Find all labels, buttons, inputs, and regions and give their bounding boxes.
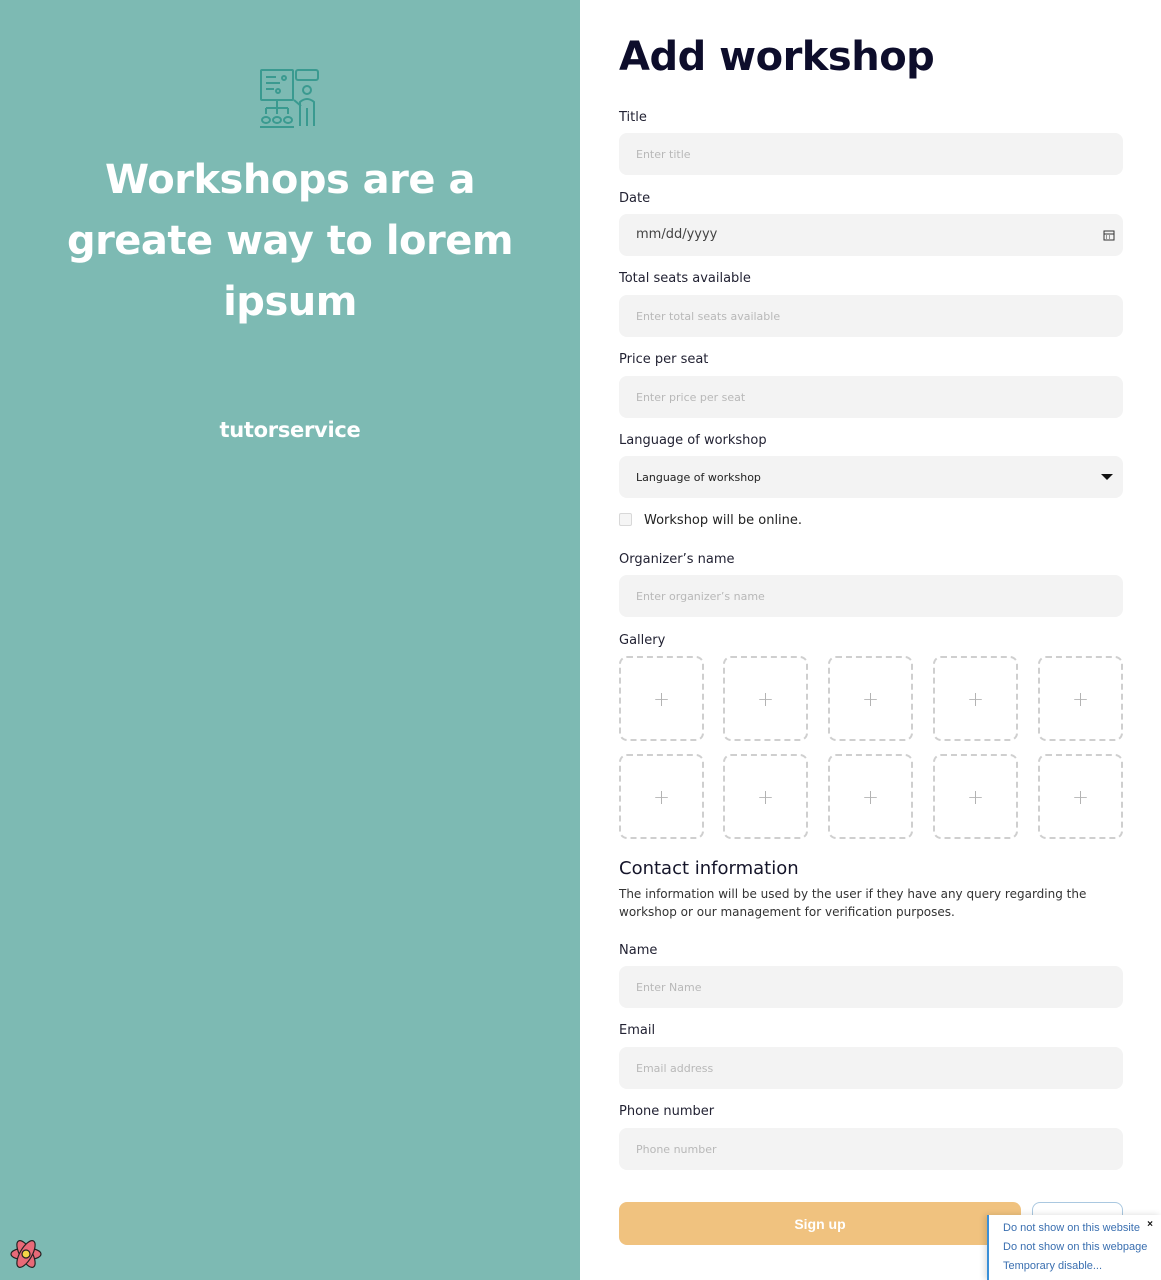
contact-name-input[interactable] [619, 966, 1123, 1008]
page-title: Add workshop [619, 34, 935, 80]
extension-popup: × Do not show on this website Do not sho… [987, 1215, 1161, 1280]
gallery-add-tile[interactable]: + [723, 656, 808, 741]
phone-input[interactable] [619, 1128, 1123, 1170]
email-input[interactable] [619, 1047, 1123, 1089]
gallery-label: Gallery [619, 633, 666, 648]
price-label: Price per seat [619, 352, 709, 367]
price-field-wrapper [619, 376, 1123, 418]
gallery-add-tile[interactable]: + [723, 754, 808, 839]
gallery-add-tile[interactable]: + [828, 656, 913, 741]
hero-panel: Workshops are a greate way to lorem ipsu… [0, 0, 580, 1280]
popup-option-website[interactable]: Do not show on this website [1003, 1222, 1140, 1234]
react-devtools-icon[interactable] [8, 1236, 44, 1272]
online-checkbox-label[interactable]: Workshop will be online. [644, 513, 802, 528]
date-label: Date [619, 191, 651, 206]
date-input[interactable]: mm/dd/yyyy [619, 214, 1123, 256]
contact-section-title: Contact information [619, 858, 799, 879]
seats-label: Total seats available [619, 271, 751, 286]
price-input[interactable] [619, 376, 1123, 418]
hero-title: Workshops are a greate way to lorem ipsu… [66, 157, 514, 325]
language-label: Language of workshop [619, 433, 767, 448]
plus-icon: + [1072, 784, 1089, 809]
plus-icon: + [757, 784, 774, 809]
gallery-add-tile[interactable]: + [1038, 656, 1123, 741]
popup-option-disable[interactable]: Temporary disable... [1003, 1260, 1102, 1272]
contact-section-description: The information will be used by the user… [619, 887, 1087, 919]
language-select[interactable]: Language of workshop [619, 456, 1123, 498]
chevron-down-icon [1101, 474, 1113, 480]
plus-icon: + [757, 686, 774, 711]
plus-icon: + [967, 784, 984, 809]
plus-icon: + [1072, 686, 1089, 711]
gallery-add-tile[interactable]: + [619, 656, 704, 741]
gallery-add-tile[interactable]: + [828, 754, 913, 839]
contact-name-field-wrapper [619, 966, 1123, 1008]
form-panel: Add workshop Title Date mm/dd/yyyy Total… [580, 0, 1161, 1280]
seats-input[interactable] [619, 295, 1123, 337]
gallery-add-tile[interactable]: + [619, 754, 704, 839]
language-placeholder: Language of workshop [636, 470, 761, 484]
plus-icon: + [653, 784, 670, 809]
close-icon[interactable]: × [1147, 1219, 1153, 1230]
plus-icon: + [967, 686, 984, 711]
popup-option-webpage[interactable]: Do not show on this webpage [1003, 1241, 1147, 1253]
plus-icon: + [653, 686, 670, 711]
calendar-icon[interactable] [1103, 229, 1115, 241]
phone-field-wrapper [619, 1128, 1123, 1170]
email-label: Email [619, 1023, 656, 1038]
date-value: mm/dd/yyyy [636, 227, 718, 242]
gallery-add-tile[interactable]: + [933, 656, 1018, 741]
organizer-input[interactable] [619, 575, 1123, 617]
seats-field-wrapper [619, 295, 1123, 337]
title-label: Title [619, 110, 647, 125]
email-field-wrapper [619, 1047, 1123, 1089]
title-field-wrapper [619, 133, 1123, 175]
workshop-presentation-icon [260, 69, 319, 128]
plus-icon: + [862, 784, 879, 809]
organizer-field-wrapper [619, 575, 1123, 617]
gallery-add-tile[interactable]: + [933, 754, 1018, 839]
gallery-add-tile[interactable]: + [1038, 754, 1123, 839]
phone-label: Phone number [619, 1104, 715, 1119]
title-input[interactable] [619, 133, 1123, 175]
brand-name: tutorservice [219, 418, 361, 442]
online-checkbox[interactable] [619, 513, 632, 526]
contact-name-label: Name [619, 943, 658, 958]
plus-icon: + [862, 686, 879, 711]
signup-button[interactable]: Sign up [619, 1202, 1021, 1245]
organizer-label: Organizer’s name [619, 552, 735, 567]
